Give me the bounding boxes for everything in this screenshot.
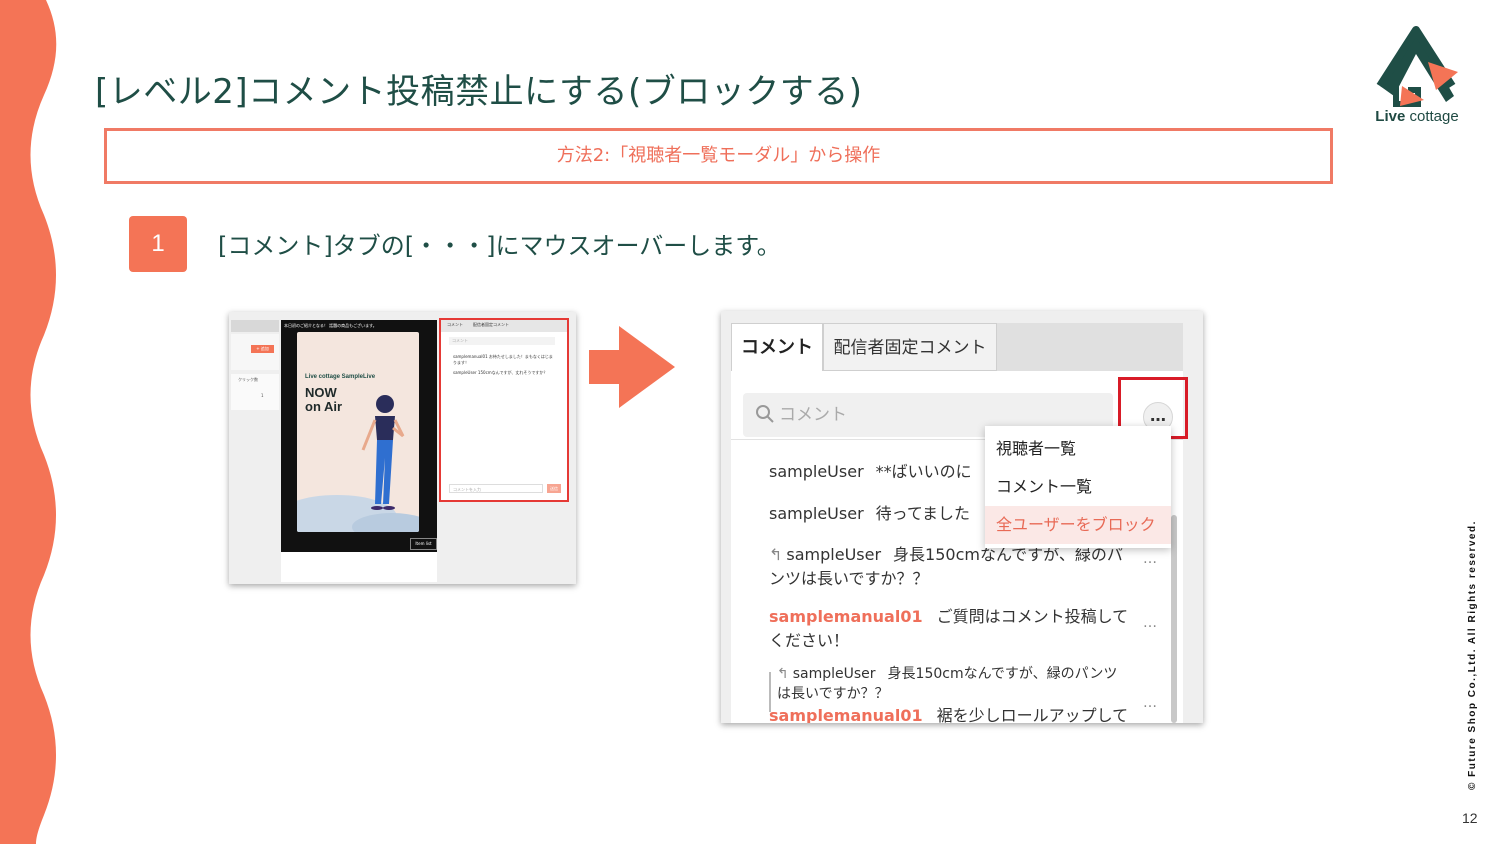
menu-item-comment-list[interactable]: コメント一覧 (985, 468, 1171, 506)
search-icon (756, 405, 774, 423)
thumb-add-button: + 追加 (251, 345, 274, 353)
tab-pinned-comments[interactable]: 配信者固定コメント (823, 323, 997, 371)
thumb-chat-msg-1: samplemanual01 お待たせしました！まもなくはじまります！ (453, 354, 553, 365)
comment-more-icon[interactable]: … (1143, 615, 1157, 631)
comment-row: samplemanual01 裾を少しロールアップして (769, 706, 1129, 723)
method-label: 方法2:「視聴者一覧モーダル」から操作 (556, 145, 881, 166)
slide-title: [レベル2]コメント投稿禁止にする(ブロックする) (95, 72, 863, 112)
tab-comments[interactable]: コメント (731, 323, 823, 371)
comment-row: sampleUser 待ってました (769, 504, 971, 523)
thumb-tab-comments: コメント (447, 322, 463, 327)
thumb-click-count: 1 (261, 393, 264, 398)
thumb-chat-panel: コメント 配信者固定コメント コメント samplemanual01 お待たせし… (439, 318, 569, 502)
woman-illustration (297, 395, 419, 532)
overview-screenshot: + 追加 クリック数 1 本日初のご紹介となる！ 話題の商品もございます。 Li… (229, 312, 576, 584)
thumb-click-label: クリック数 (238, 377, 258, 382)
quoted-comment-cont: は長いですか？？ (777, 686, 889, 702)
thumb-tab-pinned: 配信者固定コメント (473, 322, 509, 327)
copyright-vertical: © Future Shop Co.,Ltd. All Rights reserv… (1467, 520, 1478, 790)
thumb-send-button: 送信 (547, 484, 561, 493)
comment-row: samplemanual01 ご質問はコメント投稿して (769, 607, 1129, 626)
scrollbar[interactable] (1171, 515, 1177, 723)
thumb-player-caption: 本日初のご紹介となる！ 話題の商品もございます。 (284, 323, 377, 328)
comment-row-cont: ンツは長いですか？？ (769, 569, 929, 588)
comment-row: sampleUser **ばいいのに (769, 462, 972, 481)
thumb-item-list-button: Item list (410, 538, 437, 550)
thumb-stats (281, 552, 437, 582)
method-banner: 方法2:「視聴者一覧モーダル」から操作 (104, 128, 1333, 184)
right-arrow-icon (589, 326, 675, 408)
comment-more-icon[interactable]: … (1143, 695, 1157, 711)
comment-row-cont: ください！ (769, 631, 850, 650)
menu-item-block-all-users[interactable]: 全ユーザーをブロック (985, 506, 1171, 544)
menu-item-viewer-list[interactable]: 視聴者一覧 (985, 430, 1171, 468)
comment-more-icon[interactable]: … (1143, 551, 1157, 567)
step-instruction: [コメント]タブの[・・・]にマウスオーバーします。 (218, 232, 781, 260)
thumb-sidebar: + 追加 クリック数 1 (231, 320, 279, 410)
more-options-menu: 視聴者一覧 コメント一覧 全ユーザーをブロック (985, 426, 1171, 548)
comment-panel-screenshot: コメント 配信者固定コメント コメント … sampleUser **ばいいのに … (721, 311, 1203, 723)
thumb-chat-msg-2: sampleUser 150cmなんですが、丈れそうですか？ (453, 370, 548, 375)
thumb-card-headline: NOW on Air (305, 385, 343, 414)
reply-icon: ↰ (769, 545, 783, 564)
thumb-card-subtitle: Live cottage SampleLive (305, 374, 376, 380)
quoted-comment: ↰ sampleUser 身長150cmなんですが、緑のパンツ (777, 666, 1118, 682)
thumb-player: 本日初のご紹介となる！ 話題の商品もございます。 Live cottage Sa… (281, 320, 437, 552)
thumb-live-card: Live cottage SampleLive NOW on Air (297, 332, 419, 532)
step-number-badge: 1 (129, 216, 187, 272)
wavy-border-decoration (0, 0, 57, 844)
page-number: 12 (1462, 810, 1478, 826)
thumb-chat-input: コメントを入力 (449, 484, 543, 493)
thumb-chat-search: コメント (449, 337, 555, 345)
reply-icon: ↰ (777, 666, 789, 682)
logo-text: Live cottage (1375, 108, 1459, 125)
